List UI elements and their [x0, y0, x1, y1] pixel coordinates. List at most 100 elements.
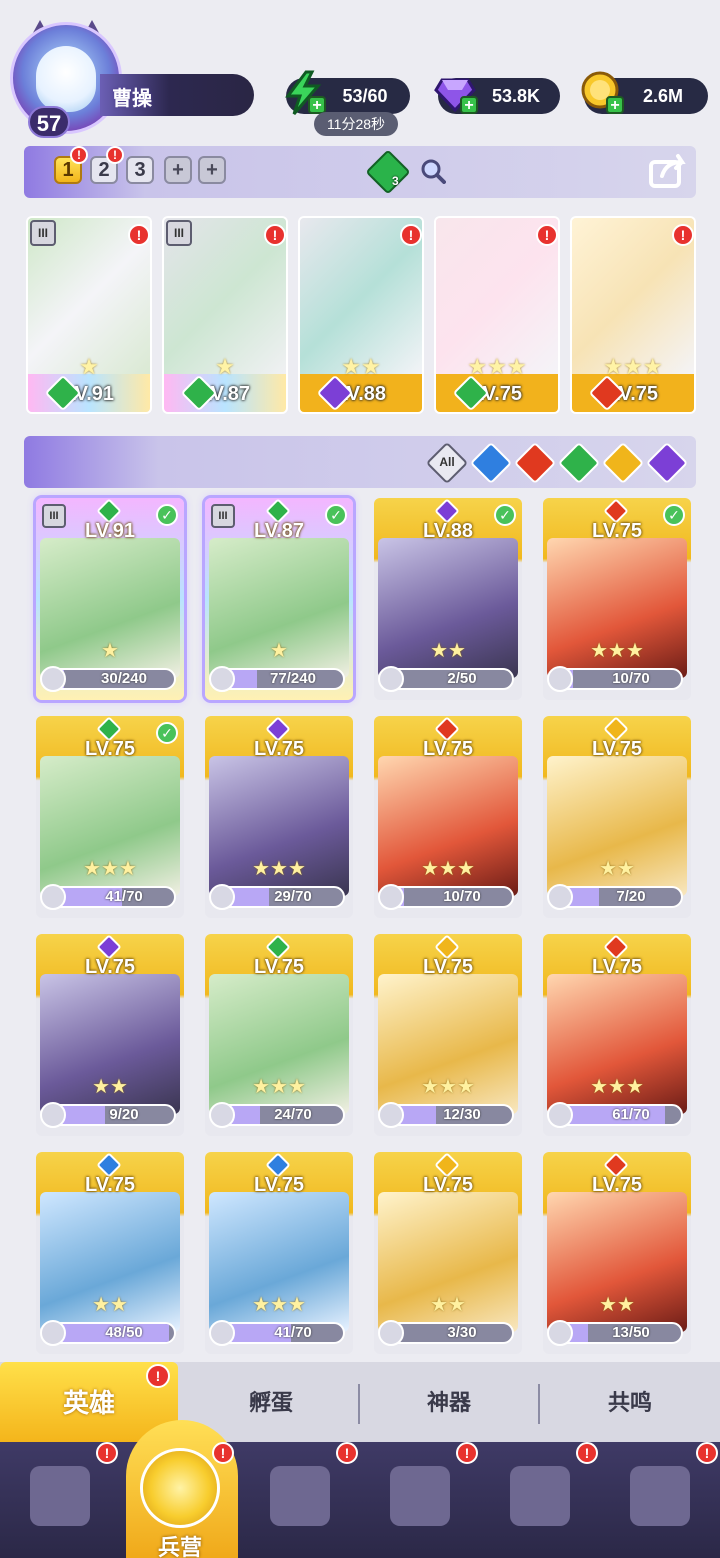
hero-card[interactable]: LV.75 ★★★ 41/70 [205, 1152, 353, 1354]
shard-progress-text: 2/50 [447, 670, 477, 687]
shard-icon [547, 1102, 573, 1128]
hero-card[interactable]: LV.75 ★★ 48/50 [36, 1152, 184, 1354]
nav-item-banner[interactable]: ! [600, 1442, 720, 1558]
add-team-button[interactable]: + [198, 156, 226, 184]
team-tab-3[interactable]: 3 [126, 156, 154, 184]
mushroom-icon [510, 1466, 570, 1526]
shard-progress-text: 12/30 [443, 1106, 481, 1123]
nav-item-castle[interactable]: ! [360, 1442, 480, 1558]
hero-card[interactable]: LV.75 ★★★ 41/70 ✓ [36, 716, 184, 918]
hero-card[interactable]: LV.75 ★★★ 24/70 [205, 934, 353, 1136]
shard-progress-text: 41/70 [105, 888, 143, 905]
rank-badge-icon: III [30, 220, 56, 246]
hero-level: LV.75 [253, 738, 305, 760]
star-rating: ★★ [92, 1076, 128, 1098]
star-rating: ★★ [599, 858, 635, 880]
shard-icon [40, 1320, 66, 1346]
alert-icon: ! [672, 224, 694, 246]
shard-icon [40, 1102, 66, 1128]
star-rating: ★★★ [467, 354, 527, 379]
alert-icon: ! [536, 224, 558, 246]
hero-card[interactable]: LV.75 ★★★ 10/70 [374, 716, 522, 918]
star-rating: ★★ [92, 1294, 128, 1316]
alert-icon: ! [106, 146, 124, 164]
hero-card[interactable]: LV.88 ★★ 2/50 ✓ [374, 498, 522, 700]
tab-artifact[interactable]: 神器 [360, 1362, 538, 1444]
add-team-button[interactable]: + [164, 156, 192, 184]
hero-card[interactable]: LV.75 ★★ 7/20 [543, 716, 691, 918]
energy-counter[interactable]: + 53/60 [285, 70, 410, 115]
in-team-check-icon: ✓ [156, 722, 178, 744]
in-team-check-icon: ✓ [325, 504, 347, 526]
star-rating: ★★ [341, 354, 381, 379]
nav-item-map[interactable]: ! [240, 1442, 360, 1558]
share-icon[interactable] [648, 152, 690, 190]
shard-progress-text: 77/240 [270, 670, 316, 687]
in-team-check-icon: ✓ [494, 504, 516, 526]
alert-icon: ! [336, 1442, 358, 1464]
player-level-badge: 57 [28, 106, 70, 138]
shard-icon [40, 884, 66, 910]
diamond-value: 53.8K [491, 86, 541, 106]
star-rating: ★★★ [590, 1076, 644, 1098]
tab-resonance[interactable]: 共鸣 [540, 1362, 720, 1444]
hero-card[interactable]: LV.75 ★★★ 61/70 [543, 934, 691, 1136]
hero-card[interactable]: LV.91 ★ 30/240 ✓ III [36, 498, 184, 700]
lineup-slot[interactable]: LV.75 [570, 216, 696, 414]
shard-icon [378, 1320, 404, 1346]
shard-progress-text: 10/70 [612, 670, 650, 687]
shard-icon [547, 1320, 573, 1346]
shard-progress-text: 24/70 [274, 1106, 312, 1123]
star-rating: ★★★ [603, 354, 663, 379]
search-icon[interactable] [420, 158, 446, 184]
shard-progress-text: 29/70 [274, 888, 312, 905]
hero-card[interactable]: LV.75 ★★ 3/30 [374, 1152, 522, 1354]
nav-item-barracks[interactable]: 兵营 ! [120, 1442, 240, 1558]
star-rating: ★★ [430, 640, 466, 662]
shard-icon [378, 1102, 404, 1128]
hero-card[interactable]: LV.75 ★★ 13/50 [543, 1152, 691, 1354]
star-rating: ★ [215, 354, 235, 379]
hero-card[interactable]: LV.75 ★★ 9/20 [36, 934, 184, 1136]
alert-icon: ! [146, 1364, 170, 1388]
shard-icon [378, 884, 404, 910]
hero-card[interactable]: LV.75 ★★★ 29/70 [205, 716, 353, 918]
hero-level: LV.75 [253, 956, 305, 978]
shard-icon [547, 666, 573, 692]
player-name: 曹操 [112, 88, 152, 110]
alert-icon: ! [576, 1442, 598, 1464]
cards-icon [30, 1466, 90, 1526]
lineup-slot[interactable]: LV.75 [434, 216, 560, 414]
alert-icon: ! [400, 224, 422, 246]
star-rating: ★ [270, 640, 288, 662]
shard-progress-text: 3/30 [447, 1324, 477, 1341]
lineup-slot[interactable]: LV.88 [298, 216, 424, 414]
gold-counter[interactable]: + 2.6M [581, 71, 708, 114]
shard-progress-text: 41/70 [274, 1324, 312, 1341]
shard-icon [547, 884, 573, 910]
hero-level: LV.75 [84, 1174, 136, 1196]
hero-card[interactable]: LV.75 ★★★ 10/70 ✓ [543, 498, 691, 700]
team-gem-count: 3 [392, 174, 399, 188]
hero-level: LV.75 [422, 1174, 474, 1196]
shard-progress-text: 48/50 [105, 1324, 143, 1341]
team-bar [24, 146, 696, 198]
star-rating: ★★★ [83, 858, 137, 880]
hero-card[interactable]: LV.87 ★ 77/240 ✓ III [205, 498, 353, 700]
star-rating: ★ [79, 354, 99, 379]
in-team-check-icon: ✓ [663, 504, 685, 526]
alert-icon: ! [96, 1442, 118, 1464]
star-rating: ★★★ [590, 640, 644, 662]
diamond-counter[interactable]: + 53.8K [434, 78, 560, 114]
star-rating: ★★ [430, 1294, 466, 1316]
hero-level: LV.75 [591, 738, 643, 760]
alert-icon: ! [70, 146, 88, 164]
rank-badge-icon: III [166, 220, 192, 246]
hero-card[interactable]: LV.75 ★★★ 12/30 [374, 934, 522, 1136]
banner-icon [630, 1466, 690, 1526]
nav-item-mushroom[interactable]: ! [480, 1442, 600, 1558]
star-rating: ★★★ [252, 858, 306, 880]
nav-item-cards[interactable]: ! [0, 1442, 120, 1558]
alert-icon: ! [128, 224, 150, 246]
rank-badge-icon: III [42, 504, 66, 528]
